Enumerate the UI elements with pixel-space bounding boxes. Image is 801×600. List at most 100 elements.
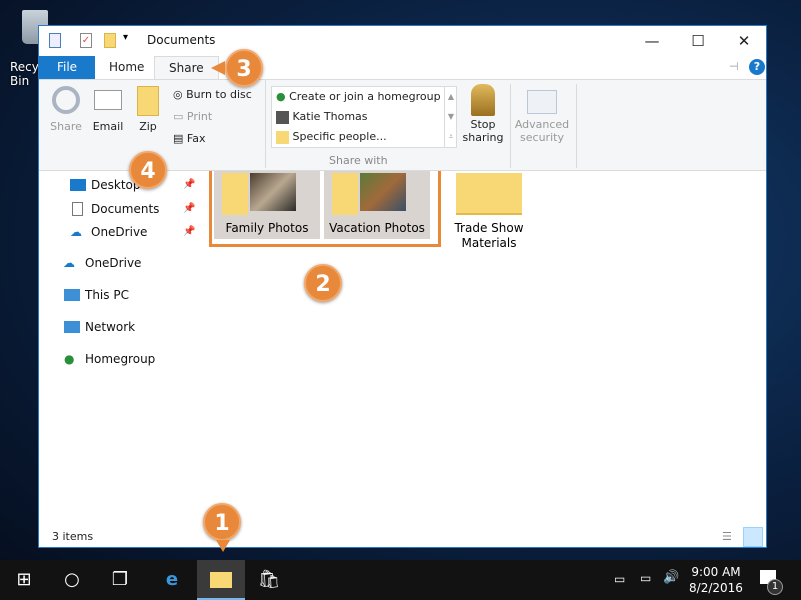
photo-thumbnail — [250, 173, 296, 211]
title-bar: ✓ ▾ Documents — ☐ ✕ — [39, 26, 766, 56]
minimize-button[interactable]: — — [629, 26, 675, 56]
folder-icon — [210, 572, 232, 588]
callout-pointer — [216, 540, 230, 559]
advanced-label: Advanced — [514, 118, 570, 131]
nav-label: Homegroup — [85, 352, 156, 366]
fax-button[interactable]: ▤ Fax — [173, 129, 205, 149]
katie-label: Katie Thomas — [292, 110, 368, 123]
window-title: Documents — [147, 33, 216, 47]
homegroup-icon: ● — [276, 90, 286, 103]
pin-icon[interactable]: 📌 — [183, 221, 195, 243]
store-icon[interactable]: 🛍 — [245, 560, 293, 600]
callout-2: 2 — [304, 264, 342, 302]
checkmark-icon[interactable]: ✓ — [80, 33, 92, 48]
share-button[interactable]: Share — [47, 86, 85, 133]
divider — [510, 84, 511, 168]
share-label: Share — [50, 120, 82, 133]
security-label: security — [520, 131, 564, 144]
zip-button[interactable]: Zip — [133, 86, 163, 133]
desktop-icon — [70, 179, 86, 191]
onedrive-icon: ☁ — [63, 256, 75, 270]
tab-share[interactable]: Share — [154, 56, 219, 80]
file-item-vacation-photos[interactable]: Vacation Photos — [324, 171, 430, 239]
nav-item-documents[interactable]: Documents 📌 — [39, 198, 199, 220]
zip-folder-icon — [456, 173, 522, 215]
sharing-label: sharing — [462, 131, 504, 144]
file-item-trade-show-materials[interactable]: Trade Show Materials — [451, 171, 527, 250]
nav-label: Network — [85, 320, 136, 334]
file-explorer-window: ✓ ▾ Documents — ☐ ✕ File Home Share ⊣ ? … — [38, 25, 767, 548]
fax-label: Fax — [186, 132, 206, 145]
details-view-icon[interactable]: ☰ — [722, 529, 738, 545]
notification-badge: 1 — [767, 579, 783, 595]
advanced-security-button[interactable]: Advanced security — [513, 84, 571, 144]
pin-icon[interactable]: 📌 — [183, 174, 195, 196]
photo-thumbnail — [360, 173, 406, 211]
pin-icon[interactable]: 📌 — [183, 198, 195, 220]
homegroup-icon: ● — [64, 352, 75, 366]
nav-label: Documents — [91, 202, 160, 216]
documents-icon — [72, 202, 83, 216]
email-icon — [94, 90, 122, 110]
print-button[interactable]: ▭ Print — [173, 107, 212, 127]
file-item-family-photos[interactable]: Family Photos — [214, 171, 320, 239]
email-button[interactable]: Email — [89, 86, 127, 133]
nav-item-network[interactable]: Network — [39, 316, 199, 338]
search-button[interactable]: ○ — [48, 560, 96, 600]
divider — [576, 84, 577, 168]
folder-icon — [332, 173, 358, 215]
date: 8/2/2016 — [689, 581, 743, 595]
nav-item-homegroup[interactable]: ● Homegroup — [39, 348, 199, 370]
new-folder-icon[interactable] — [104, 33, 116, 48]
stop-label: Stop — [470, 118, 496, 131]
network-status-icon[interactable]: ▭ — [640, 571, 651, 585]
nav-label: This PC — [85, 288, 129, 302]
task-view-button[interactable]: ❐ — [96, 560, 144, 600]
network-icon — [64, 321, 80, 333]
share-list-scrollbar[interactable]: ▲ ▼ ⩡ — [444, 87, 457, 147]
specific-people-item[interactable]: Specific people... — [272, 127, 456, 147]
burn-to-disc-button[interactable]: ◎ Burn to disc — [173, 85, 252, 105]
help-icon[interactable]: ? — [749, 59, 765, 75]
callout-3: 3 — [225, 49, 263, 87]
quick-access-dropdown-icon[interactable]: ▾ — [123, 32, 128, 43]
pin-ribbon-icon[interactable]: ⊣ — [729, 60, 739, 73]
divider — [265, 80, 266, 168]
nav-item-desktop[interactable]: Desktop 📌 — [39, 174, 199, 196]
close-button[interactable]: ✕ — [721, 26, 767, 56]
nav-label: OneDrive — [91, 225, 148, 239]
katie-thomas-item[interactable]: Katie Thomas — [272, 107, 456, 127]
file-name: Vacation Photos — [329, 221, 425, 235]
share-icon — [52, 86, 80, 114]
battery-icon[interactable]: ▭ — [614, 572, 625, 586]
lock-icon — [471, 84, 495, 116]
start-button[interactable]: ⊞ — [0, 560, 48, 600]
zip-label: Zip — [139, 120, 157, 133]
tab-home[interactable]: Home — [95, 56, 158, 79]
maximize-button[interactable]: ☐ — [675, 26, 721, 56]
specific-label: Specific people... — [292, 130, 387, 143]
callout-4: 4 — [129, 151, 167, 189]
printer-icon: ▭ — [173, 110, 184, 123]
nav-label: OneDrive — [85, 256, 142, 270]
large-icons-view-icon[interactable] — [743, 527, 763, 547]
file-explorer-taskbar-button[interactable] — [197, 560, 245, 600]
nav-item-this-pc[interactable]: This PC — [39, 284, 199, 306]
stop-sharing-button[interactable]: Stop sharing — [459, 84, 507, 144]
homegroup-item[interactable]: ● Create or join a homegroup — [272, 87, 456, 107]
share-with-list: ● Create or join a homegroup Katie Thoma… — [271, 86, 457, 148]
computer-icon — [64, 289, 80, 301]
nav-item-onedrive-pinned[interactable]: ☁ OneDrive 📌 — [39, 221, 199, 243]
email-label: Email — [92, 120, 124, 133]
clock[interactable]: 9:00 AM 8/2/2016 — [688, 564, 744, 596]
tab-file[interactable]: File — [39, 56, 95, 79]
callout-pointer — [211, 61, 225, 75]
file-list: Family Photos Vacation Photos Trade Show… — [201, 171, 767, 526]
navigation-pane: Desktop 📌 Documents 📌 ☁ OneDrive 📌 ☁ OneDrive… — [39, 171, 201, 526]
volume-icon[interactable]: 🔊 — [663, 570, 679, 585]
taskbar: ⊞ ○ ❐ e 🛍 ▭ ▭ 🔊 9:00 AM 8/2/2016 1 — [0, 560, 801, 600]
nav-item-onedrive[interactable]: ☁ OneDrive — [39, 252, 199, 274]
edge-icon[interactable]: e — [148, 560, 196, 600]
properties-icon[interactable] — [49, 33, 61, 48]
time: 9:00 AM — [691, 565, 741, 579]
